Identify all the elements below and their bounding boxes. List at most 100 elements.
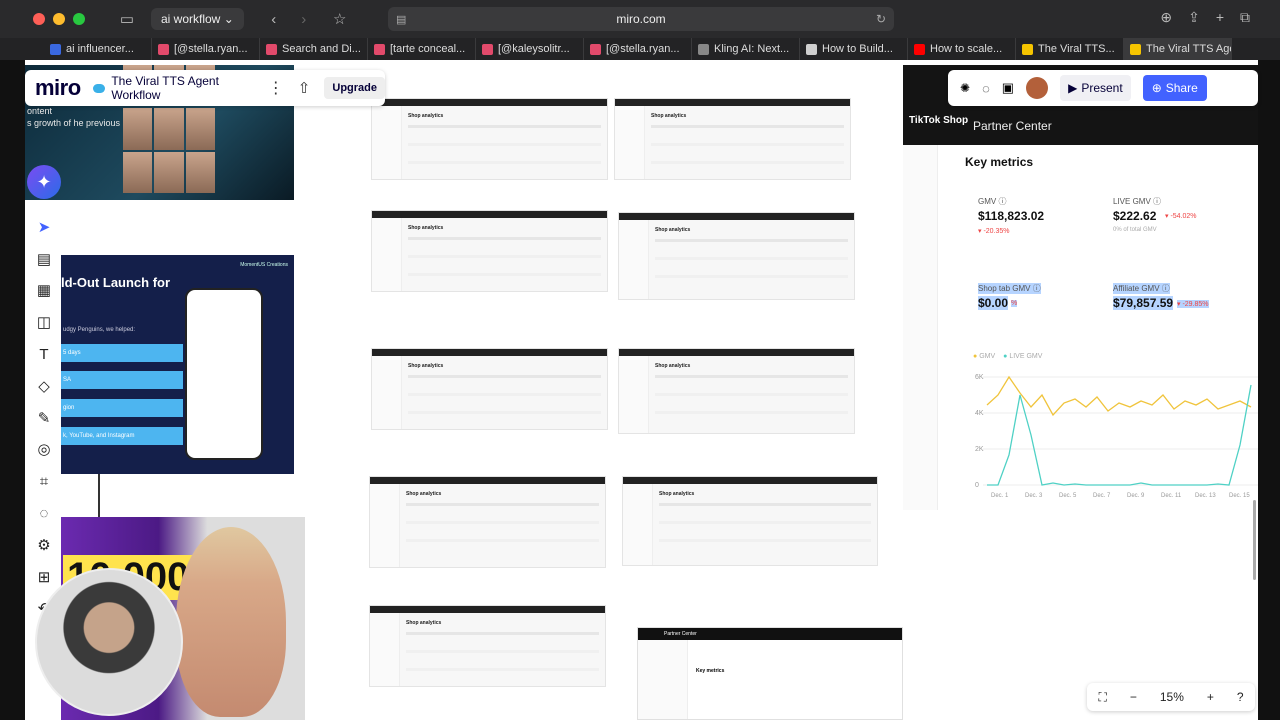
- thumb-header: [619, 349, 854, 356]
- back-icon[interactable]: ‹: [262, 11, 286, 28]
- pen-icon[interactable]: ✎: [30, 402, 58, 434]
- shop-analytics-thumbnail[interactable]: Shop analytics: [371, 348, 608, 430]
- tab-favicon-icon: [1130, 43, 1141, 55]
- thumb-sidebar: [623, 484, 653, 565]
- reactions-icon[interactable]: ✺: [960, 81, 970, 95]
- new-tab-icon[interactable]: +: [1216, 9, 1224, 26]
- sticky-note-icon[interactable]: ◫: [30, 306, 58, 338]
- ai-sparkle-icon[interactable]: ✦: [27, 165, 61, 199]
- help-icon[interactable]: ?: [1237, 690, 1244, 704]
- browser-tab[interactable]: The Viral TTS...: [1016, 38, 1124, 60]
- apps-icon[interactable]: ⚙: [30, 529, 58, 561]
- upgrade-button[interactable]: Upgrade: [324, 77, 385, 99]
- browser-tab[interactable]: [tarte conceal...: [368, 38, 476, 60]
- frame-layout-icon[interactable]: ▦: [30, 275, 58, 307]
- reload-icon[interactable]: ↻: [876, 12, 886, 26]
- avatar[interactable]: [1026, 77, 1049, 99]
- sidebar-toggle-icon[interactable]: ▭: [115, 10, 139, 28]
- miro-logo[interactable]: miro: [35, 75, 81, 101]
- thumb-row: [406, 668, 599, 671]
- board-name[interactable]: The Viral TTS Agent Workflow: [92, 74, 256, 102]
- select-tool-icon[interactable]: ➤: [30, 211, 58, 243]
- browser-tab[interactable]: How to scale...: [908, 38, 1016, 60]
- zoom-in-icon[interactable]: +: [1207, 690, 1214, 704]
- thumb-sidebar: [370, 613, 400, 686]
- thumb-row: [659, 503, 871, 506]
- browser-tab[interactable]: [@stella.ryan...: [152, 38, 260, 60]
- thumb-sidebar: [372, 106, 402, 179]
- tab-label: [@stella.ryan...: [606, 43, 680, 55]
- download-icon[interactable]: ⊕: [1160, 9, 1172, 26]
- export-icon[interactable]: ⇧: [298, 79, 311, 97]
- zoom-out-icon[interactable]: −: [1130, 690, 1137, 704]
- browser-tab[interactable]: [@stella.ryan...: [584, 38, 692, 60]
- fit-screen-icon[interactable]: ⛶: [1098, 690, 1106, 705]
- shop-analytics-thumbnail[interactable]: Shop analytics: [371, 98, 608, 180]
- thumb-row: [406, 632, 599, 635]
- tab-group-selector[interactable]: ai workflow ⌄: [151, 8, 244, 30]
- templates-icon[interactable]: ▤: [30, 243, 58, 275]
- tab-bar: ai influencer... [@stella.ryan... Search a…: [0, 38, 1280, 60]
- present-button[interactable]: ▶ Present: [1060, 75, 1131, 101]
- partner-center-thumbnail[interactable]: Partner Center Key metrics: [637, 627, 903, 720]
- thumb-title: Shop analytics: [655, 363, 691, 369]
- tab-favicon-icon: [50, 43, 61, 55]
- gmv-label: GMV ⓘ: [978, 197, 1007, 206]
- minimize-window-button[interactable]: [53, 13, 65, 25]
- tab-overview-icon[interactable]: ⧉: [1240, 9, 1250, 26]
- board-image-launch-slide[interactable]: MomentUS Creations ld-Out Launch for udg…: [61, 255, 294, 474]
- tab-group-label: ai workflow: [161, 12, 221, 26]
- browser-tab[interactable]: [@kaleysolitr...: [476, 38, 584, 60]
- slide-bar: gion: [61, 399, 183, 417]
- tiktok-sidebar: [903, 145, 938, 510]
- board-name-text: The Viral TTS Agent Workflow: [111, 74, 219, 102]
- comment-icon[interactable]: ◌: [30, 497, 58, 529]
- vertical-scrollbar[interactable]: [1253, 500, 1256, 580]
- palette-icon[interactable]: ◎: [30, 434, 58, 466]
- shop-analytics-thumbnail[interactable]: Shop analytics: [369, 605, 606, 687]
- tiktok-partner-screenshot[interactable]: TikTok Shop Partner Center Key metrics G…: [903, 65, 1258, 510]
- miro-board-header: miro The Viral TTS Agent Workflow ⋮ ⇧ Up…: [25, 70, 385, 106]
- shop-analytics-thumbnail[interactable]: Shop analytics: [369, 476, 606, 568]
- gmv-series-line: [986, 375, 1252, 417]
- browser-tab[interactable]: How to Build...: [800, 38, 908, 60]
- close-window-button[interactable]: [33, 13, 45, 25]
- tab-label: Search and Di...: [282, 43, 361, 55]
- y-tick-label: 4K: [975, 410, 984, 417]
- shop-analytics-thumbnail[interactable]: Shop analytics: [614, 98, 851, 180]
- text-tool-icon[interactable]: T: [30, 338, 58, 370]
- shop-analytics-thumbnail[interactable]: Shop analytics: [618, 348, 855, 434]
- browser-tab[interactable]: The Viral TTS Agent...: [1124, 38, 1232, 60]
- add-icon[interactable]: ⊞: [30, 561, 58, 593]
- thumb-row: [408, 255, 601, 258]
- video-call-icon[interactable]: ▣: [1002, 80, 1014, 96]
- bookmark-star-icon[interactable]: ☆: [328, 10, 352, 28]
- browser-tab[interactable]: Search and Di...: [260, 38, 368, 60]
- thumb-header: [619, 213, 854, 220]
- shapes-icon[interactable]: ◇: [30, 370, 58, 402]
- frame-icon[interactable]: ⌗: [30, 465, 58, 497]
- present-label: Present: [1081, 81, 1123, 95]
- page-settings-icon[interactable]: ▤: [396, 13, 406, 26]
- thumb-sidebar: [615, 106, 645, 179]
- slide-subheading: udgy Penguins, we helped:: [63, 327, 136, 333]
- address-bar[interactable]: ▤ miro.com ↻: [388, 7, 894, 31]
- chat-icon[interactable]: ◌: [982, 81, 990, 96]
- thumb-title: Shop analytics: [651, 113, 687, 119]
- board-menu-icon[interactable]: ⋮: [268, 78, 284, 98]
- tab-favicon-icon: [266, 43, 277, 55]
- thumb-title: Shop analytics: [408, 363, 444, 369]
- phone-mockup: [185, 288, 263, 460]
- zoom-level[interactable]: 15%: [1160, 690, 1184, 704]
- x-tick-label: Dec. 5: [1059, 493, 1077, 499]
- shop-analytics-thumbnail[interactable]: Shop analytics: [618, 212, 855, 300]
- url-text: miro.com: [616, 12, 666, 26]
- share-icon[interactable]: ⇪: [1188, 9, 1200, 26]
- browser-tab[interactable]: Kling AI: Next...: [692, 38, 800, 60]
- browser-tab[interactable]: ai influencer...: [44, 38, 152, 60]
- shop-analytics-thumbnail[interactable]: Shop analytics: [622, 476, 878, 566]
- forward-icon[interactable]: ›: [292, 11, 316, 28]
- shop-analytics-thumbnail[interactable]: Shop analytics: [371, 210, 608, 292]
- share-button[interactable]: ⊕ Share: [1142, 75, 1207, 101]
- maximize-window-button[interactable]: [73, 13, 85, 25]
